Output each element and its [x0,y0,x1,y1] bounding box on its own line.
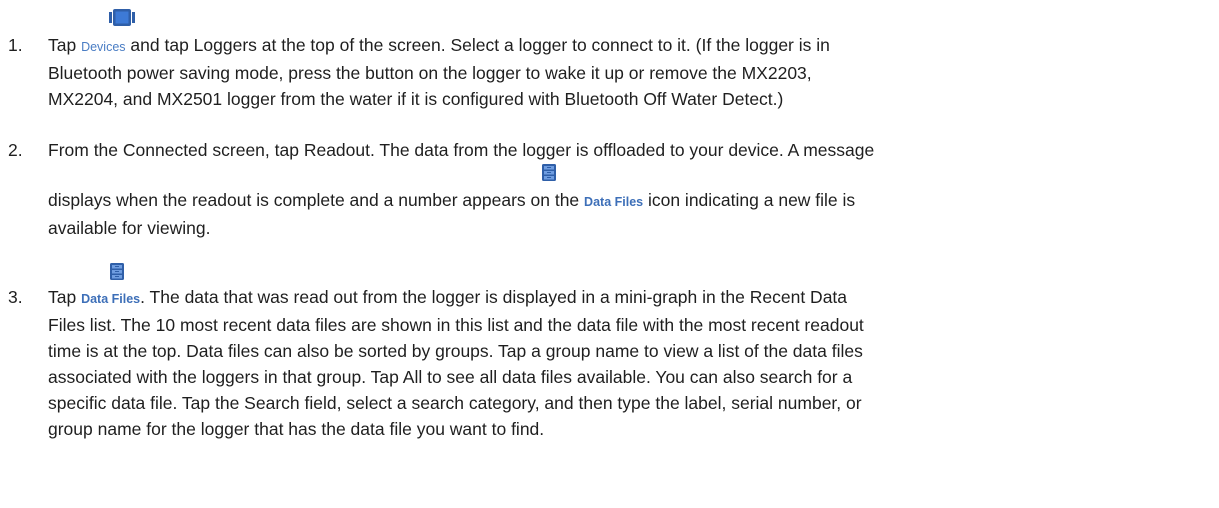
step-line: MX2204, and MX2501 logger from the water… [48,89,784,109]
data-files-icon [542,164,556,181]
step-text: From the Connected screen, tap Readout. … [48,137,1208,241]
step-line: available for viewing. [48,218,211,238]
step-line: group name for the logger that has the d… [48,419,545,439]
document-page: 1. Tap Devices and tap Loggers at the to… [0,0,1219,508]
step-line: time is at the top. Data files can also … [48,341,863,361]
step-text: Tap Data Files. The data that was read o… [48,284,1208,442]
step-line: specific data file. Tap the Search field… [48,393,862,413]
step-line: Tap Data Files. The data that was read o… [48,287,848,307]
data-files-label: Data Files [81,292,141,306]
data-files-icon [110,263,124,280]
step-number: 1. [8,35,23,55]
data-files-label: Data Files [584,195,644,209]
step-line: Tap Devices and tap Loggers at the top o… [48,35,830,55]
step-line: displays when the readout is complete an… [48,190,856,210]
step-line: Bluetooth power saving mode, press the b… [48,63,812,83]
step-line: From the Connected screen, tap Readout. … [48,140,875,160]
step-line: associated with the loggers in that grou… [48,367,853,387]
devices-icon [109,9,135,26]
devices-label: Devices [81,40,126,54]
step-line: Files list. The 10 most recent data file… [48,315,864,335]
step-number: 2. [8,140,23,160]
step-number: 3. [8,287,23,307]
step-text: Tap Devices and tap Loggers at the top o… [48,32,1208,112]
